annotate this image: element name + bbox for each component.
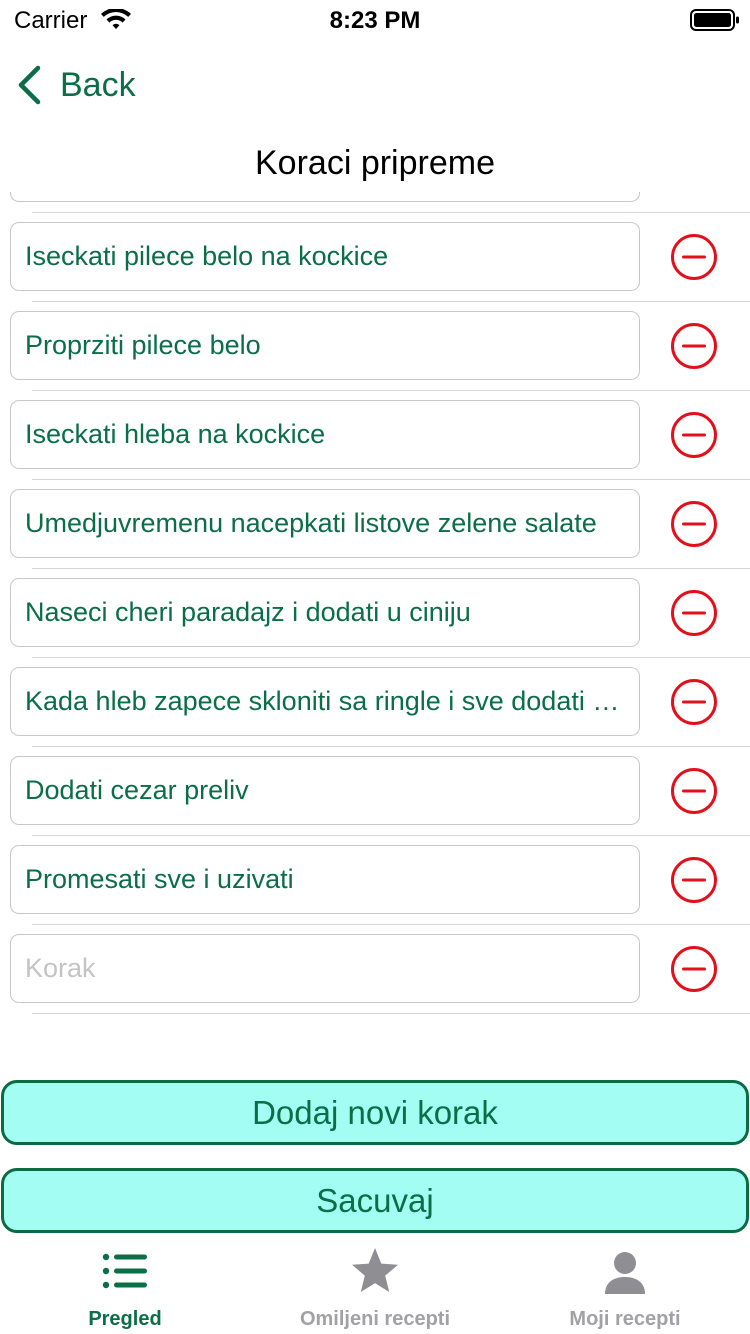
tab-label: Pregled [88, 1308, 162, 1330]
step-row [0, 391, 750, 480]
remove-step-icon[interactable] [670, 322, 718, 370]
star-icon [352, 1248, 398, 1292]
step-input[interactable] [11, 490, 639, 557]
battery-icon [690, 9, 739, 31]
step-input[interactable] [11, 401, 639, 468]
step-row [0, 213, 750, 302]
row-divider [32, 1012, 750, 1014]
step-field [10, 845, 640, 914]
step-field [10, 311, 640, 380]
step-input[interactable] [11, 579, 639, 646]
step-row [0, 925, 750, 1014]
step-row [0, 836, 750, 925]
remove-step-icon[interactable] [670, 411, 718, 459]
save-button[interactable]: Sacuvaj [1, 1168, 749, 1233]
step-field [10, 222, 640, 291]
back-label: Back [60, 65, 136, 104]
step-row [0, 569, 750, 658]
step-field [10, 667, 640, 736]
step-field [10, 756, 640, 825]
step-input[interactable] [11, 223, 639, 290]
tab-bar: Pregled Omiljeni recepti Moji recepti [0, 1238, 750, 1334]
step-row [0, 192, 750, 213]
steps-list[interactable] [0, 192, 750, 1062]
tab-moji-recepti[interactable]: Moji recepti [500, 1238, 750, 1334]
remove-step-icon[interactable] [670, 856, 718, 904]
step-row [0, 658, 750, 747]
step-field [10, 578, 640, 647]
step-input[interactable] [11, 935, 639, 1002]
back-button[interactable]: Back [14, 62, 136, 108]
step-input[interactable] [11, 668, 639, 735]
tab-label: Moji recepti [569, 1308, 681, 1330]
page-title: Koraci pripreme [255, 144, 495, 182]
person-icon [605, 1252, 645, 1294]
status-time: 8:23 PM [329, 7, 421, 34]
list-icon [102, 1253, 147, 1289]
remove-step-icon[interactable] [670, 945, 718, 993]
step-row [0, 302, 750, 391]
step-input[interactable] [11, 192, 639, 201]
status-bar: Carrier 8:23 PM [0, 0, 750, 40]
remove-step-icon[interactable] [670, 500, 718, 548]
step-input[interactable] [11, 757, 639, 824]
remove-step-icon[interactable] [670, 233, 718, 281]
chevron-left-icon [18, 65, 41, 105]
step-row [0, 747, 750, 836]
step-field [10, 192, 640, 202]
tab-label: Omiljeni recepti [299, 1308, 451, 1330]
add-step-button[interactable]: Dodaj novi korak [1, 1080, 749, 1145]
step-field [10, 400, 640, 469]
step-row [0, 480, 750, 569]
remove-step-icon[interactable] [670, 767, 718, 815]
step-field [10, 934, 640, 1003]
step-input[interactable] [11, 846, 639, 913]
step-field [10, 489, 640, 558]
step-input[interactable] [11, 312, 639, 379]
remove-step-icon[interactable] [670, 589, 718, 637]
tab-pregled[interactable]: Pregled [0, 1238, 250, 1334]
tab-omiljeni-recepti[interactable]: Omiljeni recepti [250, 1238, 500, 1334]
remove-step-icon[interactable] [670, 678, 718, 726]
